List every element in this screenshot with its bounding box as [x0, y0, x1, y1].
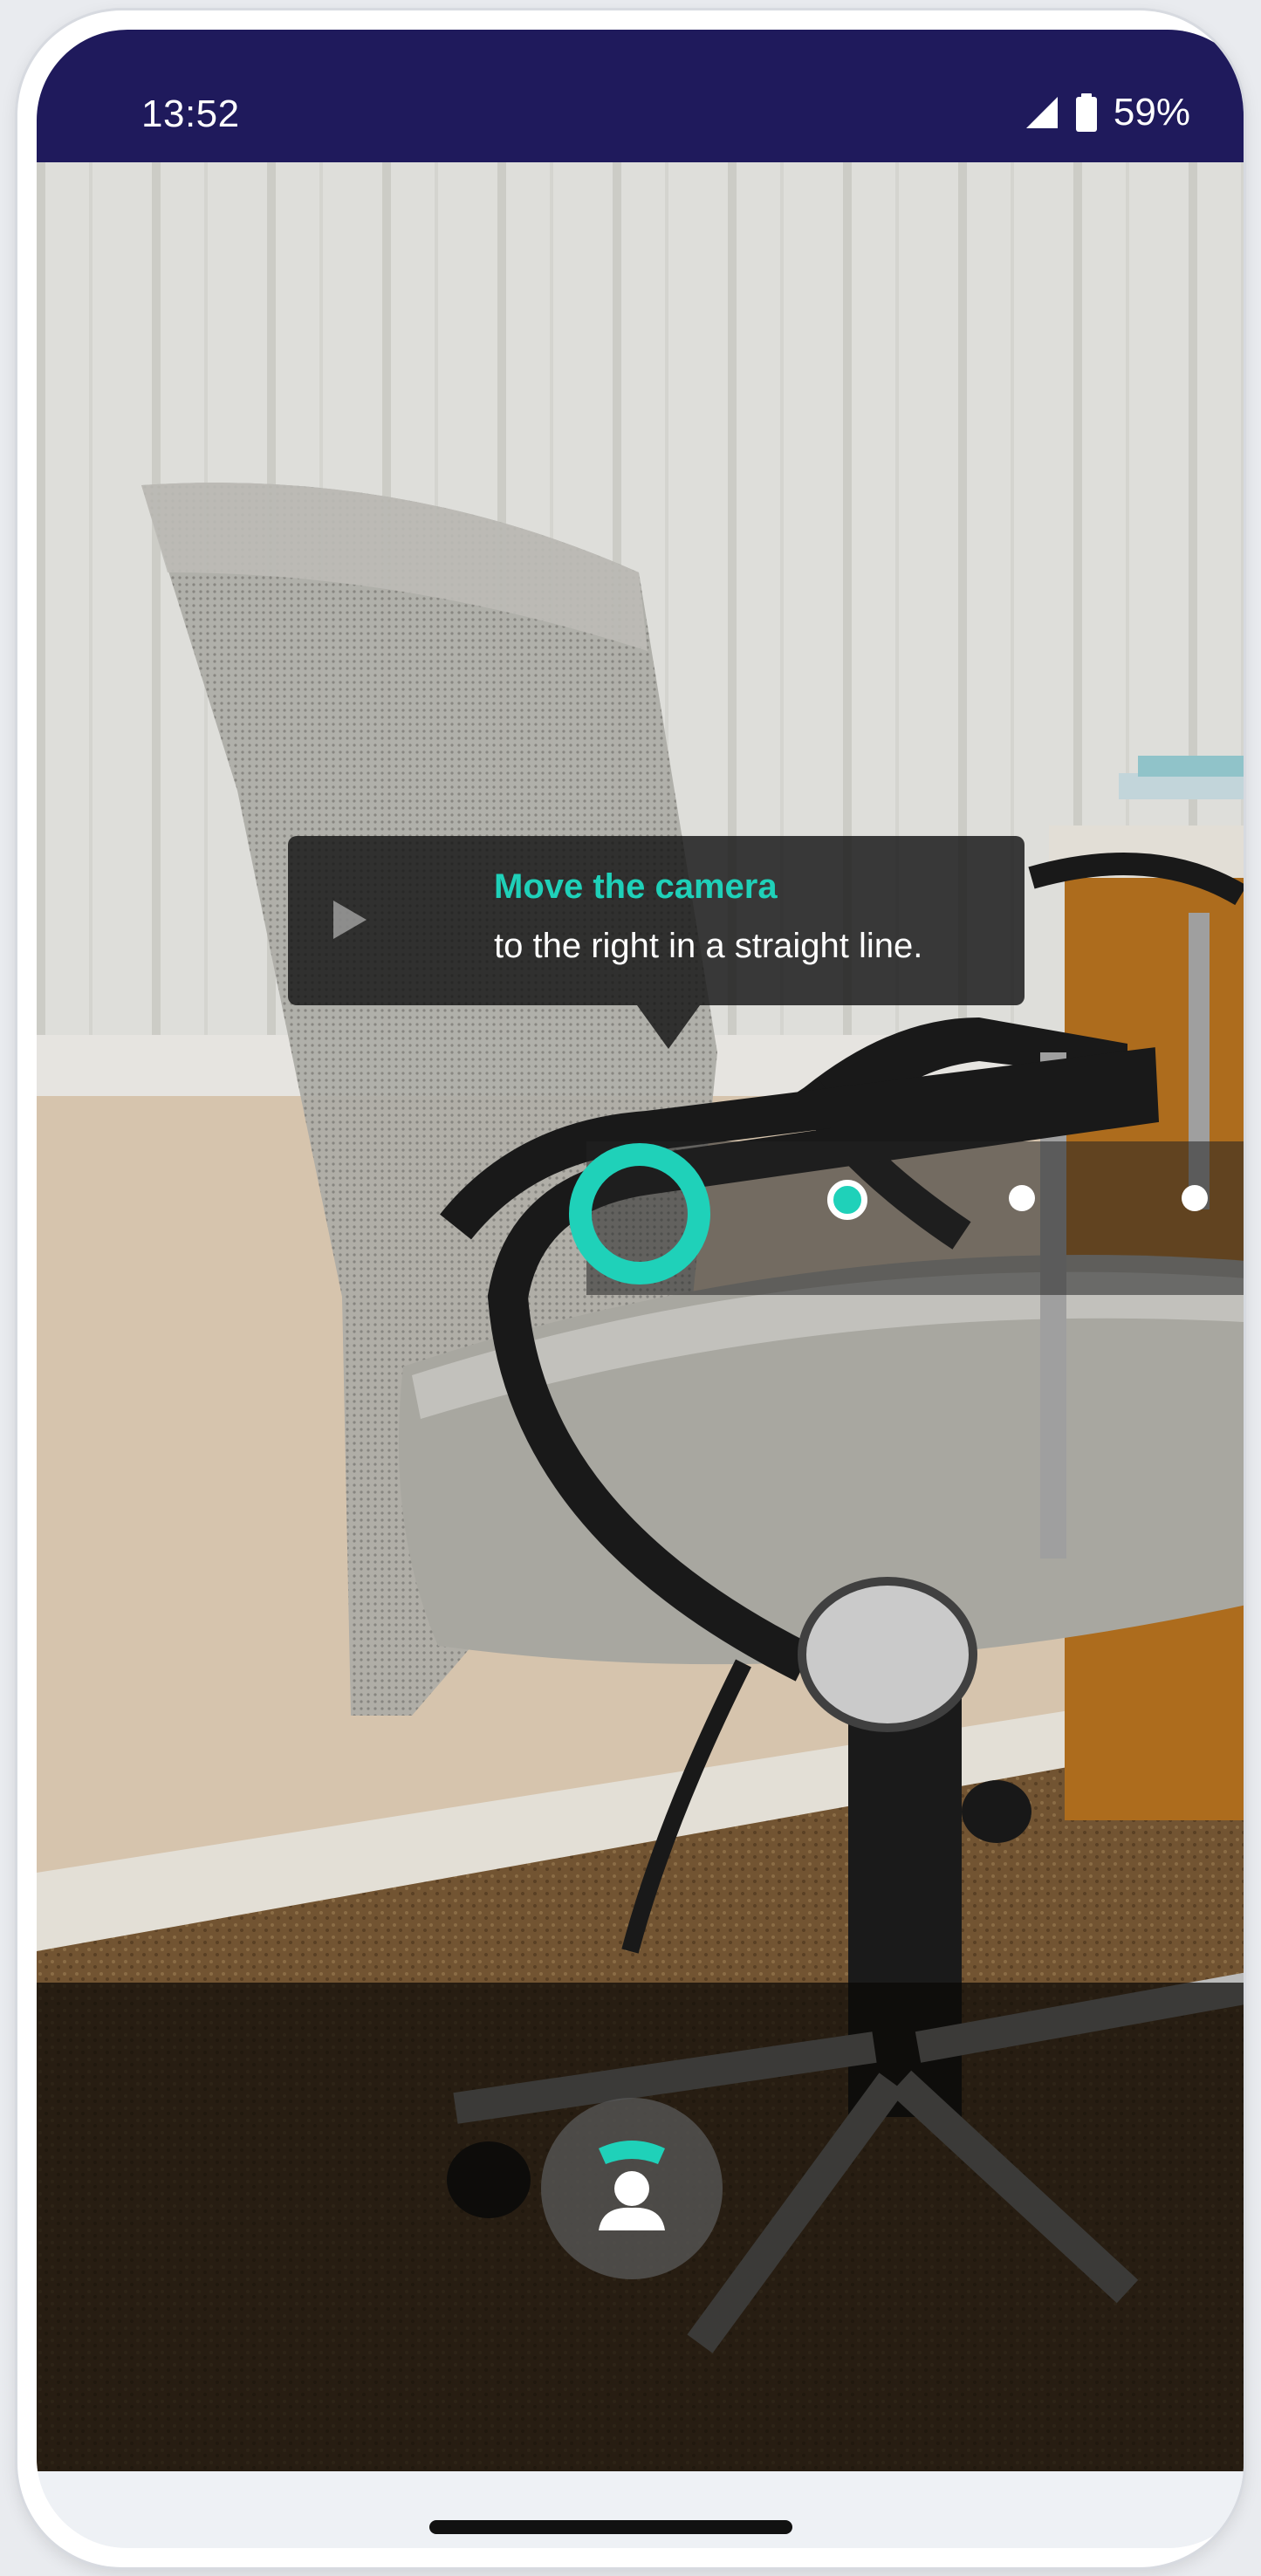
- progress-dot: [1009, 1185, 1035, 1211]
- home-indicator[interactable]: [429, 2520, 792, 2534]
- navigation-bar: [37, 2471, 1244, 2548]
- capture-button[interactable]: [541, 2098, 723, 2279]
- play-arrow-icon: [333, 901, 367, 939]
- progress-dot: [1182, 1185, 1208, 1211]
- progress-ring-icon: [569, 1143, 710, 1285]
- guide-tooltip: Move the camera to the right in a straig…: [288, 836, 1025, 1049]
- phone-screen: 13:52 59% Move the camera to the right i…: [37, 30, 1244, 2548]
- battery-icon: [1075, 93, 1097, 132]
- progress-dot-next: [827, 1180, 867, 1220]
- device-frame: 13:52 59% Move the camera to the right i…: [17, 10, 1244, 2567]
- battery-percent: 59%: [1113, 91, 1190, 134]
- guide-instruction: to the right in a straight line.: [494, 927, 923, 965]
- status-icons: 59%: [1025, 91, 1190, 134]
- signal-icon: [1025, 97, 1058, 128]
- status-bar: 13:52 59%: [37, 30, 1244, 162]
- guide-title: Move the camera: [494, 867, 778, 906]
- panorama-capture-icon: [599, 2141, 665, 2230]
- status-time: 13:52: [141, 92, 240, 135]
